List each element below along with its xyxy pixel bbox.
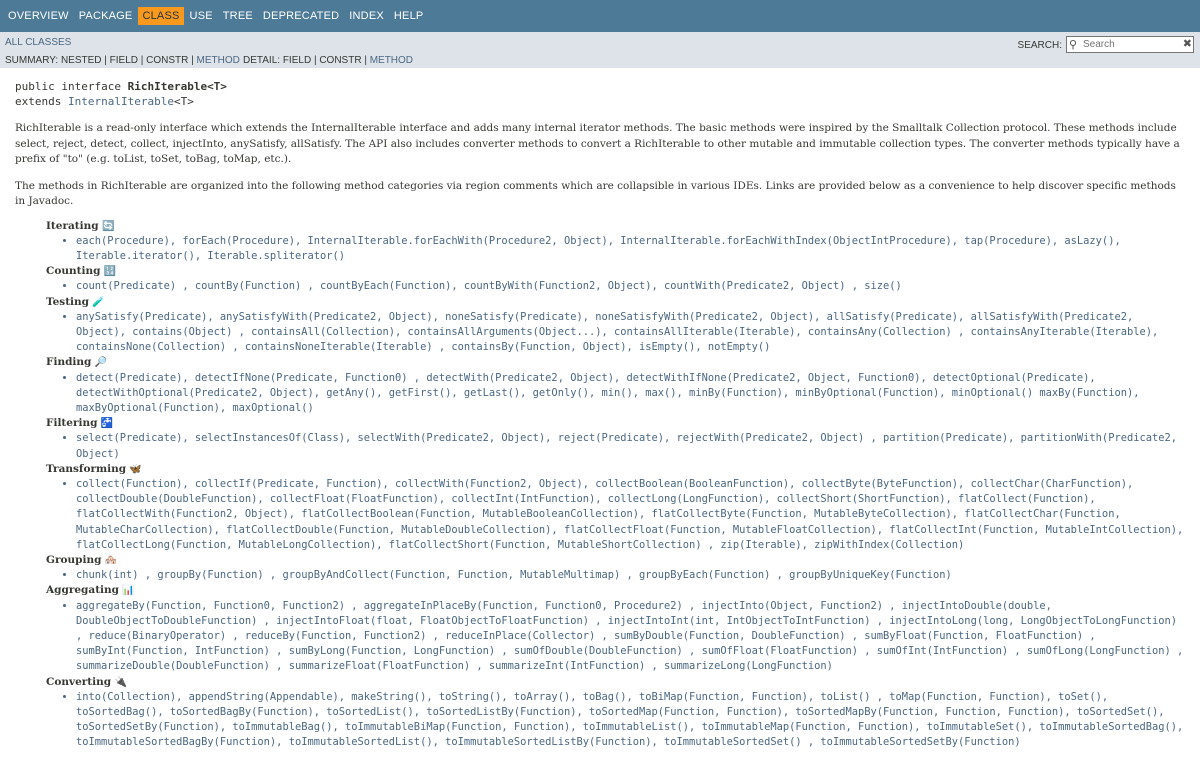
category-title: Finding <box>46 356 92 369</box>
nav-help[interactable]: HELP <box>390 7 428 25</box>
category-title: Transforming <box>46 462 127 475</box>
finding-icon: 🔎 <box>94 357 108 369</box>
aggregating-icon: 📊 <box>122 585 135 597</box>
method-list[interactable]: into(Collection), appendString(Appendabl… <box>76 690 1185 751</box>
category-finding: Finding 🔎 detect(Predicate), detectIfNon… <box>46 355 1185 416</box>
type-signature: public interface RichIterable<T> extends… <box>15 79 1185 109</box>
method-list[interactable]: anySatisfy(Predicate), anySatisfyWith(Pr… <box>76 310 1185 356</box>
nav-tree[interactable]: TREE <box>219 7 257 25</box>
category-title: Converting <box>46 675 112 688</box>
filtering-icon: 🚰 <box>100 418 114 430</box>
summary-method-link[interactable]: METHOD <box>197 55 240 66</box>
all-classes-link[interactable]: ALL CLASSES <box>5 37 71 48</box>
summary-prefix: SUMMARY: NESTED | FIELD | CONSTR | <box>5 55 194 66</box>
description-paragraph: RichIterable is a read-only interface wh… <box>15 122 1180 165</box>
description-paragraph-2: The methods in RichIterable are organize… <box>15 179 1176 208</box>
category-title: Aggregating <box>46 584 120 597</box>
extends-keyword: extends <box>15 95 68 108</box>
category-testing: Testing 🧪 anySatisfy(Predicate), anySati… <box>46 295 1185 356</box>
category-converting: Converting 🔌 into(Collection), appendStr… <box>46 675 1185 751</box>
category-title: Counting <box>46 265 101 278</box>
converting-icon: 🔌 <box>114 676 127 688</box>
iterating-icon: 🔄 <box>101 220 115 232</box>
summary-links: SUMMARY: NESTED | FIELD | CONSTR | METHO… <box>5 55 240 66</box>
method-list[interactable]: select(Predicate), selectInstancesOf(Cla… <box>76 431 1185 461</box>
method-categories: Iterating 🔄 each(Procedure), forEach(Pro… <box>46 219 1185 751</box>
search-icon: ⚲ <box>1069 39 1078 51</box>
top-navigation-bar: OVERVIEW PACKAGE CLASS USE TREE DEPRECAT… <box>0 0 1200 32</box>
nav-deprecated[interactable]: DEPRECATED <box>259 7 343 25</box>
search-label: SEARCH: <box>1017 40 1062 51</box>
class-description: public interface RichIterable<T> extends… <box>0 79 1200 751</box>
signature-prefix: public interface <box>15 80 128 93</box>
category-title: Grouping <box>46 553 102 566</box>
nav-overview[interactable]: OVERVIEW <box>4 7 73 25</box>
category-aggregating: Aggregating 📊 aggregateBy(Function, Func… <box>46 583 1185 674</box>
category-transforming: Transforming 🦋 collect(Function), collec… <box>46 462 1185 553</box>
search-input[interactable] <box>1081 38 1175 51</box>
detail-prefix: DETAIL: FIELD | CONSTR | <box>243 55 367 66</box>
method-list[interactable]: count(Predicate) , countBy(Function) , c… <box>76 279 1185 294</box>
category-title: Testing <box>46 295 90 308</box>
method-list[interactable]: chunk(int) , groupBy(Function) , groupBy… <box>76 568 1185 583</box>
category-counting: Counting 🔢 count(Predicate) , countBy(Fu… <box>46 264 1185 294</box>
reset-search-icon[interactable]: ✖ <box>1183 37 1192 50</box>
category-title: Filtering <box>46 417 98 430</box>
nav-package[interactable]: PACKAGE <box>75 7 137 25</box>
type-name: RichIterable<T> <box>127 80 227 93</box>
testing-icon: 🧪 <box>92 296 105 308</box>
transforming-icon: 🦋 <box>129 463 142 475</box>
sub-navigation-bar: ALL CLASSES SUMMARY: NESTED | FIELD | CO… <box>0 32 1200 68</box>
nav-use[interactable]: USE <box>186 7 217 25</box>
method-list[interactable]: detect(Predicate), detectIfNone(Predicat… <box>76 371 1185 417</box>
category-grouping: Grouping 🏘️ chunk(int) , groupBy(Functio… <box>46 553 1185 583</box>
detail-links: DETAIL: FIELD | CONSTR | METHOD <box>243 55 413 66</box>
category-title: Iterating <box>46 219 99 232</box>
method-list[interactable]: collect(Function), collectIf(Predicate, … <box>76 477 1185 553</box>
counting-icon: 🔢 <box>103 266 117 278</box>
method-list[interactable]: aggregateBy(Function, Function0, Functio… <box>76 599 1185 675</box>
category-filtering: Filtering 🚰 select(Predicate), selectIns… <box>46 416 1185 462</box>
extends-link[interactable]: InternalIterable <box>68 95 174 108</box>
detail-method-link[interactable]: METHOD <box>370 55 413 66</box>
nav-index[interactable]: INDEX <box>345 7 388 25</box>
category-iterating: Iterating 🔄 each(Procedure), forEach(Pro… <box>46 219 1185 265</box>
method-list[interactable]: each(Procedure), forEach(Procedure), Int… <box>76 234 1185 264</box>
search-box: ⚲ ✖ <box>1066 36 1194 53</box>
extends-suffix: <T> <box>173 95 194 108</box>
nav-class[interactable]: CLASS <box>138 7 184 25</box>
grouping-icon: 🏘️ <box>104 554 118 566</box>
